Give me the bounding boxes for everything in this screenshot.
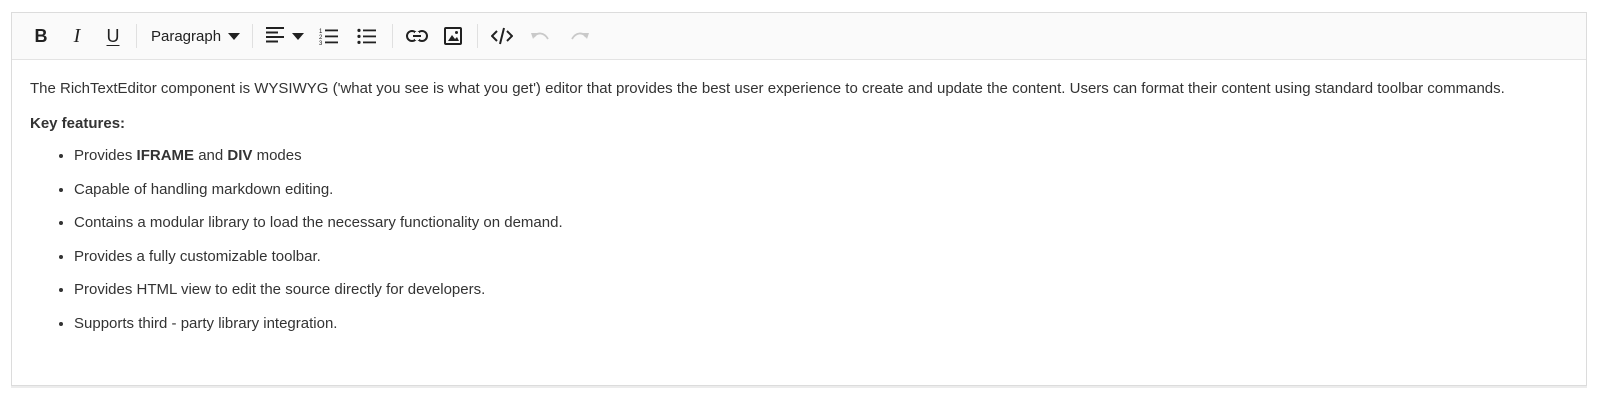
ordered-list-button[interactable]: 1 2 3 (310, 20, 348, 52)
editor-bottom-border (11, 386, 1587, 388)
bold-icon: B (34, 26, 48, 46)
redo-icon (570, 29, 590, 43)
editor-toolbar: B I U Paragraph 1 2 3 (12, 13, 1586, 60)
underline-button[interactable]: U (96, 20, 130, 52)
source-code-icon (491, 27, 514, 45)
format-dropdown-value: Paragraph (151, 27, 222, 45)
unordered-list-button[interactable] (348, 20, 386, 52)
format-dropdown[interactable]: Paragraph (143, 20, 246, 52)
toolbar-separator (392, 24, 394, 48)
bold-button[interactable]: B (24, 20, 58, 52)
list-item: Contains a modular library to load the n… (74, 212, 1568, 235)
svg-text:3: 3 (319, 41, 323, 45)
editor-content-area[interactable]: The RichTextEditor component is WYSIWYG … (12, 60, 1586, 335)
source-code-button[interactable] (484, 20, 520, 52)
toolbar-separator (477, 24, 479, 48)
italic-icon: I (73, 25, 81, 47)
rich-text-editor: B I U Paragraph 1 2 3 The RichTextEditor… (11, 12, 1587, 386)
list-item-text: and (194, 147, 228, 164)
unordered-list-icon (357, 27, 377, 45)
underline-icon: U (106, 26, 120, 46)
list-item: Provides HTML view to edit the source di… (74, 279, 1568, 302)
chevron-down-icon (292, 32, 305, 40)
image-icon (444, 27, 463, 45)
list-item-text: modes (252, 147, 302, 164)
list-item: Provides a fully customizable toolbar. (74, 246, 1568, 269)
list-item-text: Provides (74, 147, 137, 164)
toolbar-separator (136, 24, 137, 48)
intro-paragraph: The RichTextEditor component is WYSIWYG … (30, 80, 1505, 97)
list-item-bold-text: IFRAME (136, 147, 195, 164)
ordered-list-icon: 1 2 3 (319, 27, 339, 45)
align-left-icon (265, 25, 285, 48)
list-item-bold-text: DIV (227, 147, 253, 164)
undo-button[interactable] (520, 20, 560, 52)
redo-button[interactable] (560, 20, 600, 52)
italic-button[interactable]: I (58, 20, 96, 52)
list-item: Provides IFRAME and DIV modes (74, 145, 1568, 168)
list-item: Supports third - party library integrati… (74, 313, 1568, 336)
alignment-dropdown[interactable] (259, 20, 310, 52)
chevron-down-icon (228, 32, 241, 40)
features-list: Provides IFRAME and DIV modes Capable of… (30, 145, 1568, 335)
toolbar-separator (252, 24, 254, 48)
undo-icon (530, 29, 550, 43)
link-icon (406, 29, 429, 43)
list-item: Capable of handling markdown editing. (74, 179, 1568, 202)
insert-image-button[interactable] (435, 20, 471, 52)
key-features-heading: Key features: (30, 114, 126, 132)
insert-link-button[interactable] (399, 20, 435, 52)
